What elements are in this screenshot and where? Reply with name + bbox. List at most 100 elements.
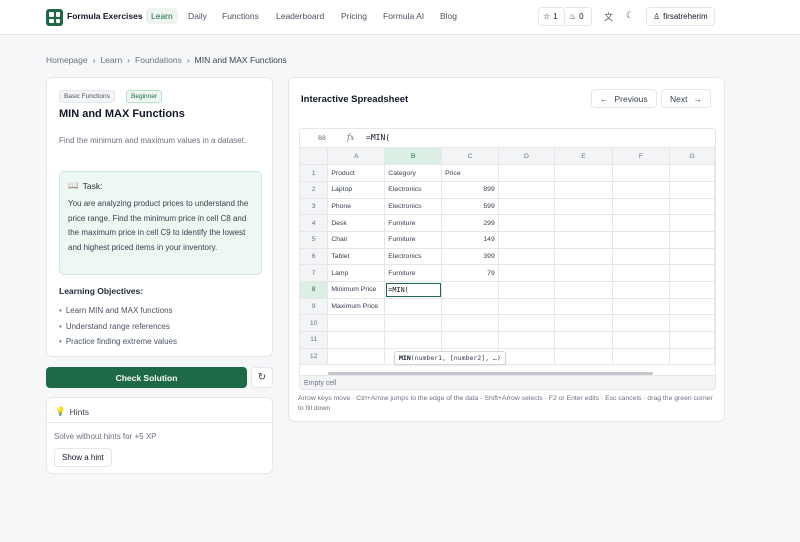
crumb-homepage[interactable]: Homepage bbox=[46, 55, 88, 65]
cell-g3[interactable] bbox=[669, 198, 715, 216]
cell-a9[interactable]: Maximum Price bbox=[327, 298, 386, 316]
star-counter[interactable]: ☆ 1 bbox=[538, 7, 565, 26]
column-header-d[interactable]: D bbox=[498, 148, 556, 166]
column-header-b[interactable]: B bbox=[384, 148, 443, 166]
cell-g12[interactable] bbox=[669, 348, 715, 366]
cell-c9[interactable] bbox=[441, 298, 499, 316]
cell-e10[interactable] bbox=[554, 314, 613, 333]
row-header[interactable]: 7 bbox=[300, 264, 329, 282]
cell-b3[interactable]: Electronics bbox=[384, 198, 443, 216]
cell-reference[interactable]: B8 bbox=[300, 129, 344, 147]
cell-e4[interactable] bbox=[554, 214, 613, 232]
streak-counter[interactable]: ♨ 0 bbox=[565, 7, 592, 26]
cell-b2[interactable]: Electronics bbox=[384, 181, 443, 199]
cell-c3[interactable]: 599 bbox=[441, 198, 499, 216]
cell-a1[interactable]: Product bbox=[327, 164, 386, 182]
spreadsheet-grid[interactable]: B8 fx =MIN( ABCDEFG 1 Product Category Pric… bbox=[299, 128, 716, 390]
cell-d8[interactable] bbox=[498, 281, 556, 299]
translate-icon[interactable]: 文 bbox=[604, 10, 613, 23]
nav-blog[interactable]: Blog bbox=[440, 11, 457, 21]
nav-functions[interactable]: Functions bbox=[222, 11, 259, 21]
cell-c6[interactable]: 399 bbox=[441, 248, 499, 266]
row-header[interactable]: 4 bbox=[300, 214, 329, 232]
cell-d9[interactable] bbox=[498, 298, 556, 316]
nav-leaderboard[interactable]: Leaderboard bbox=[276, 11, 324, 21]
cell-a3[interactable]: Phone bbox=[327, 198, 386, 216]
cell-g2[interactable] bbox=[669, 181, 715, 199]
cell-b1[interactable]: Category bbox=[384, 164, 443, 182]
row-header[interactable]: 3 bbox=[300, 198, 329, 216]
cell-d11[interactable] bbox=[498, 331, 556, 349]
corner-cell[interactable] bbox=[300, 148, 329, 166]
cell-d1[interactable] bbox=[498, 164, 556, 182]
cell-a11[interactable] bbox=[327, 331, 386, 349]
cell-table[interactable]: ABCDEFG 1 Product Category Price 2 Laptop Elec… bbox=[300, 148, 715, 366]
cell-d10[interactable] bbox=[498, 314, 556, 333]
cell-g8[interactable] bbox=[669, 281, 715, 299]
cell-e12[interactable] bbox=[554, 348, 613, 366]
cell-a2[interactable]: Laptop bbox=[327, 181, 386, 199]
cell-a12[interactable] bbox=[327, 348, 386, 366]
cell-b11[interactable] bbox=[384, 331, 443, 349]
row-header[interactable]: 11 bbox=[300, 331, 329, 349]
cell-g4[interactable] bbox=[669, 214, 715, 232]
cell-d12[interactable] bbox=[498, 348, 556, 366]
cell-g11[interactable] bbox=[669, 331, 715, 349]
row-header[interactable]: 8 bbox=[300, 281, 329, 299]
cell-c10[interactable] bbox=[441, 314, 499, 333]
cell-e5[interactable] bbox=[554, 231, 613, 249]
cell-f10[interactable] bbox=[612, 314, 671, 333]
row-header[interactable]: 6 bbox=[300, 248, 329, 266]
cell-f5[interactable] bbox=[612, 231, 671, 249]
cell-e3[interactable] bbox=[554, 198, 613, 216]
row-header[interactable]: 2 bbox=[300, 181, 329, 199]
moon-icon[interactable]: ☾ bbox=[626, 10, 634, 21]
column-header-c[interactable]: C bbox=[441, 148, 499, 166]
column-header-e[interactable]: E bbox=[554, 148, 613, 166]
cell-a4[interactable]: Desk bbox=[327, 214, 386, 232]
row-header[interactable]: 1 bbox=[300, 164, 329, 182]
cell-f2[interactable] bbox=[612, 181, 671, 199]
next-button[interactable]: Next → bbox=[661, 89, 711, 108]
cell-f7[interactable] bbox=[612, 264, 671, 282]
cell-g1[interactable] bbox=[669, 164, 715, 182]
reset-button[interactable]: ↻ bbox=[251, 367, 273, 388]
crumb-learn[interactable]: Learn bbox=[100, 55, 122, 65]
cell-f9[interactable] bbox=[612, 298, 671, 316]
brand-name[interactable]: Formula Exercises bbox=[67, 11, 143, 21]
cell-e8[interactable] bbox=[554, 281, 613, 299]
cell-a6[interactable]: Tablet bbox=[327, 248, 386, 266]
row-header[interactable]: 5 bbox=[300, 231, 329, 249]
row-header[interactable]: 10 bbox=[300, 314, 329, 333]
cell-g9[interactable] bbox=[669, 298, 715, 316]
crumb-foundations[interactable]: Foundations bbox=[135, 55, 182, 65]
cell-f1[interactable] bbox=[612, 164, 671, 182]
cell-e6[interactable] bbox=[554, 248, 613, 266]
cell-c1[interactable]: Price bbox=[441, 164, 499, 182]
cell-f3[interactable] bbox=[612, 198, 671, 216]
cell-b10[interactable] bbox=[384, 314, 443, 333]
cell-f12[interactable] bbox=[612, 348, 671, 366]
cell-a8[interactable]: Minimum Price bbox=[327, 281, 386, 299]
cell-e2[interactable] bbox=[554, 181, 613, 199]
cell-b7[interactable]: Furniture bbox=[384, 264, 443, 282]
cell-d2[interactable] bbox=[498, 181, 556, 199]
cell-d3[interactable] bbox=[498, 198, 556, 216]
column-header-f[interactable]: F bbox=[612, 148, 671, 166]
column-header-g[interactable]: G bbox=[669, 148, 715, 166]
logo-icon[interactable] bbox=[46, 9, 63, 26]
previous-button[interactable]: ← Previous bbox=[591, 89, 657, 108]
cell-a5[interactable]: Chair bbox=[327, 231, 386, 249]
cell-g5[interactable] bbox=[669, 231, 715, 249]
cell-c8[interactable] bbox=[441, 281, 499, 299]
nav-formula-ai[interactable]: Formula AI bbox=[383, 11, 424, 21]
formula-input[interactable]: =MIN( bbox=[366, 133, 390, 142]
cell-f11[interactable] bbox=[612, 331, 671, 349]
cell-c11[interactable] bbox=[441, 331, 499, 349]
row-header[interactable]: 9 bbox=[300, 298, 329, 316]
cell-f6[interactable] bbox=[612, 248, 671, 266]
cell-f4[interactable] bbox=[612, 214, 671, 232]
row-header[interactable]: 12 bbox=[300, 348, 329, 366]
cell-g6[interactable] bbox=[669, 248, 715, 266]
nav-daily[interactable]: Daily bbox=[188, 11, 207, 21]
